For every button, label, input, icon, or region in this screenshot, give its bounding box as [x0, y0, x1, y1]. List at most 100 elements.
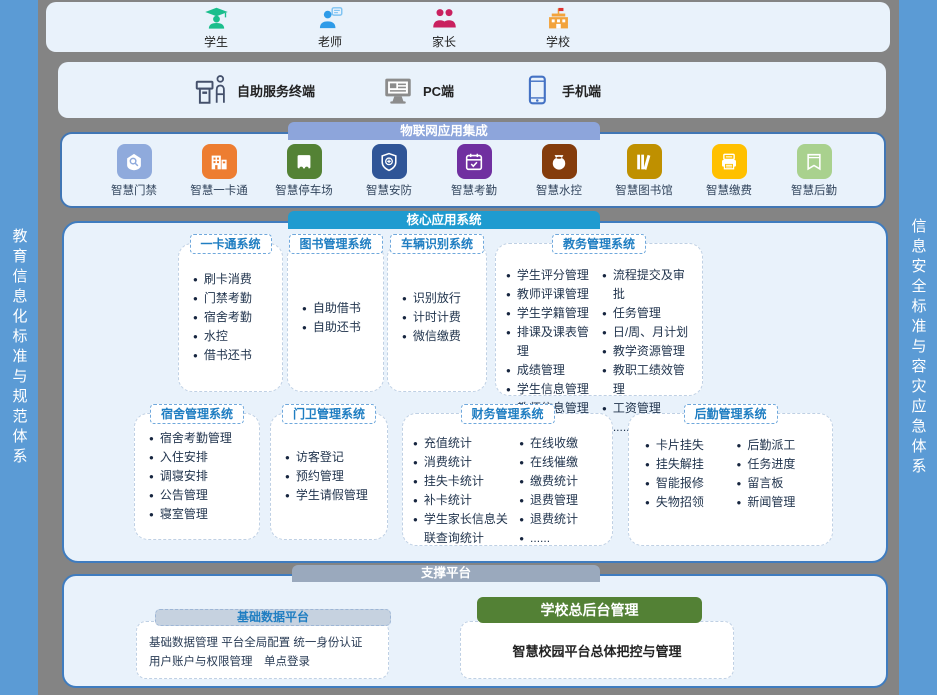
list-item: 任务管理: [602, 304, 696, 323]
list-item: 充值统计: [413, 434, 517, 453]
list-item: 日/周、月计划: [602, 323, 696, 342]
list-item: 水控: [193, 327, 282, 346]
terminal-label: 自助服务终端: [237, 81, 315, 100]
terminal-item-kiosk: 自助服务终端: [193, 72, 315, 108]
iot-panel: 智慧门禁 智慧一卡通: [60, 132, 886, 208]
base-platform-card: 基础数据管理 平台全局配置 统一身份认证 用户账户与权限管理 单点登录: [136, 621, 389, 679]
phone-icon: [520, 73, 554, 107]
payment-icon: [712, 144, 747, 179]
list-item: 自助还书: [302, 318, 383, 337]
users-panel: 学生 老师 家长: [46, 2, 890, 52]
list-item: 留言板: [737, 474, 827, 493]
teacher-icon: [317, 5, 344, 32]
card-dorm-system: 宿舍管理系统 宿舍考勤管理入住安排调寝安排公告管理寝室管理: [134, 413, 260, 540]
list-item: 学生评分管理: [506, 266, 600, 285]
card-list-col1: 卡片挂失挂失解挂智能报修失物招领: [645, 436, 735, 512]
card-list: 宿舍考勤管理入住安排调寝安排公告管理寝室管理: [149, 429, 259, 524]
list-item: 在线催缴: [519, 453, 606, 472]
list-item: 调寝安排: [149, 467, 259, 486]
library-books-icon: [627, 144, 662, 179]
iot-label: 智慧安防: [366, 182, 412, 198]
list-item: 后勤派工: [737, 436, 827, 455]
list-item: 学生学籍管理: [506, 304, 600, 323]
card-list: 识别放行计时计费微信缴费: [402, 289, 486, 346]
list-item: 宿舍考勤: [193, 308, 282, 327]
list-item: 教师评课管理: [506, 285, 600, 304]
card-list: 访客登记预约管理学生请假管理: [285, 448, 387, 505]
core-banner: 核心应用系统: [288, 211, 600, 229]
water-control-icon: [542, 144, 577, 179]
right-sidebar-text: 信息安全标准与容灾应急体系: [908, 218, 929, 478]
card-logistics-system: 后勤管理系统 卡片挂失挂失解挂智能报修失物招领 后勤派工任务进度留言板新闻管理: [628, 413, 833, 546]
iot-item-onecard: 智慧一卡通: [181, 144, 257, 198]
users-row: 学生 老师 家长: [46, 2, 890, 52]
admin-card-text: 智慧校园平台总体把控与管理: [461, 622, 733, 678]
list-item: 识别放行: [402, 289, 486, 308]
iot-item-water: 智慧水控: [521, 144, 597, 198]
list-item: 寝室管理: [149, 505, 259, 524]
list-item: 自助借书: [302, 299, 383, 318]
attendance-calendar-icon: [457, 144, 492, 179]
list-item: 新闻管理: [737, 493, 827, 512]
iot-item-attendance: 智慧考勤: [436, 144, 512, 198]
card-title: 后勤管理系统: [683, 404, 777, 424]
card-list: 刷卡消费门禁考勤宿舍考勤水控借书还书: [193, 270, 282, 365]
list-item: 借书还书: [193, 346, 282, 365]
iot-label: 智慧门禁: [111, 182, 157, 198]
base-platform-line1: 基础数据管理 平台全局配置 统一身份认证: [149, 634, 378, 653]
iot-label: 智慧水控: [536, 182, 582, 198]
list-item: 挂失卡统计: [413, 472, 517, 491]
iot-label: 智慧一卡通: [190, 182, 248, 198]
card-library-system: 图书管理系统 自助借书自助还书: [287, 243, 384, 392]
list-item: 智能报修: [645, 474, 735, 493]
card-title: 车辆识别系统: [390, 234, 484, 254]
list-item: 补卡统计: [413, 491, 517, 510]
iot-item-payment: 智慧缴费: [691, 144, 767, 198]
kiosk-icon: [193, 72, 229, 108]
terminal-item-pc: PC端: [381, 73, 454, 107]
left-sidebar-bar: 教育信息化标准与规范体系: [0, 0, 38, 695]
user-label: 学生: [204, 33, 228, 50]
terminal-label: 手机端: [562, 81, 601, 100]
card-gate-system: 门卫管理系统 访客登记预约管理学生请假管理: [270, 413, 388, 540]
student-icon: [203, 5, 230, 32]
parking-icon: [287, 144, 322, 179]
list-item: 刷卡消费: [193, 270, 282, 289]
iot-label: 智慧后勤: [791, 182, 837, 198]
list-item: 排课及课表管理: [506, 323, 600, 361]
terminals-row: 自助服务终端 PC端 手机端: [58, 62, 886, 118]
list-item: 学生信息管理: [506, 380, 600, 399]
list-item: 计时计费: [402, 308, 486, 327]
iot-icons-row: 智慧门禁 智慧一卡通: [62, 134, 884, 198]
list-item: 学生请假管理: [285, 486, 387, 505]
list-item: 门禁考勤: [193, 289, 282, 308]
admin-banner: 学校总后台管理: [477, 597, 702, 623]
base-platform-text: 基础数据管理 平台全局配置 统一身份认证 用户账户与权限管理 单点登录: [137, 622, 388, 672]
list-item: 任务进度: [737, 455, 827, 474]
list-item: 流程提交及审批: [602, 266, 696, 304]
iot-item-library: 智慧图书馆: [606, 144, 682, 198]
card-finance-system: 财务管理系统 充值统计消费统计挂失卡统计补卡统计学生家长信息关联查询统计 在线收…: [402, 413, 613, 546]
iot-label: 智慧图书馆: [615, 182, 673, 198]
admin-card: 智慧校园平台总体把控与管理: [460, 621, 734, 679]
list-item: 学生家长信息关联查询统计: [413, 510, 517, 548]
list-item: ......: [519, 529, 606, 548]
list-item: 失物招领: [645, 493, 735, 512]
list-item: 挂失解挂: [645, 455, 735, 474]
card-list-col2: 流程提交及审批任务管理日/周、月计划教学资源管理教职工绩效管理工资管理.....…: [602, 266, 696, 437]
list-item: 微信缴费: [402, 327, 486, 346]
school-icon: [545, 5, 572, 32]
user-label: 老师: [318, 33, 342, 50]
right-sidebar-bar: 信息安全标准与容灾应急体系: [899, 0, 937, 695]
card-list-col2: 后勤派工任务进度留言板新闻管理: [737, 436, 827, 512]
iot-label: 智慧停车场: [275, 182, 333, 198]
card-academic-system: 教务管理系统 学生评分管理教师评课管理学生学籍管理排课及课表管理成绩管理学生信息…: [495, 243, 703, 396]
card-list: 自助借书自助还书: [302, 299, 383, 337]
terminal-item-phone: 手机端: [520, 73, 601, 107]
iot-item-parking: 智慧停车场: [266, 144, 342, 198]
user-label: 家长: [432, 33, 456, 50]
card-list-col1: 充值统计消费统计挂失卡统计补卡统计学生家长信息关联查询统计: [413, 434, 517, 548]
list-item: 教职工绩效管理: [602, 361, 696, 399]
list-item: 消费统计: [413, 453, 517, 472]
iot-item-logistics: 智慧后勤: [776, 144, 852, 198]
